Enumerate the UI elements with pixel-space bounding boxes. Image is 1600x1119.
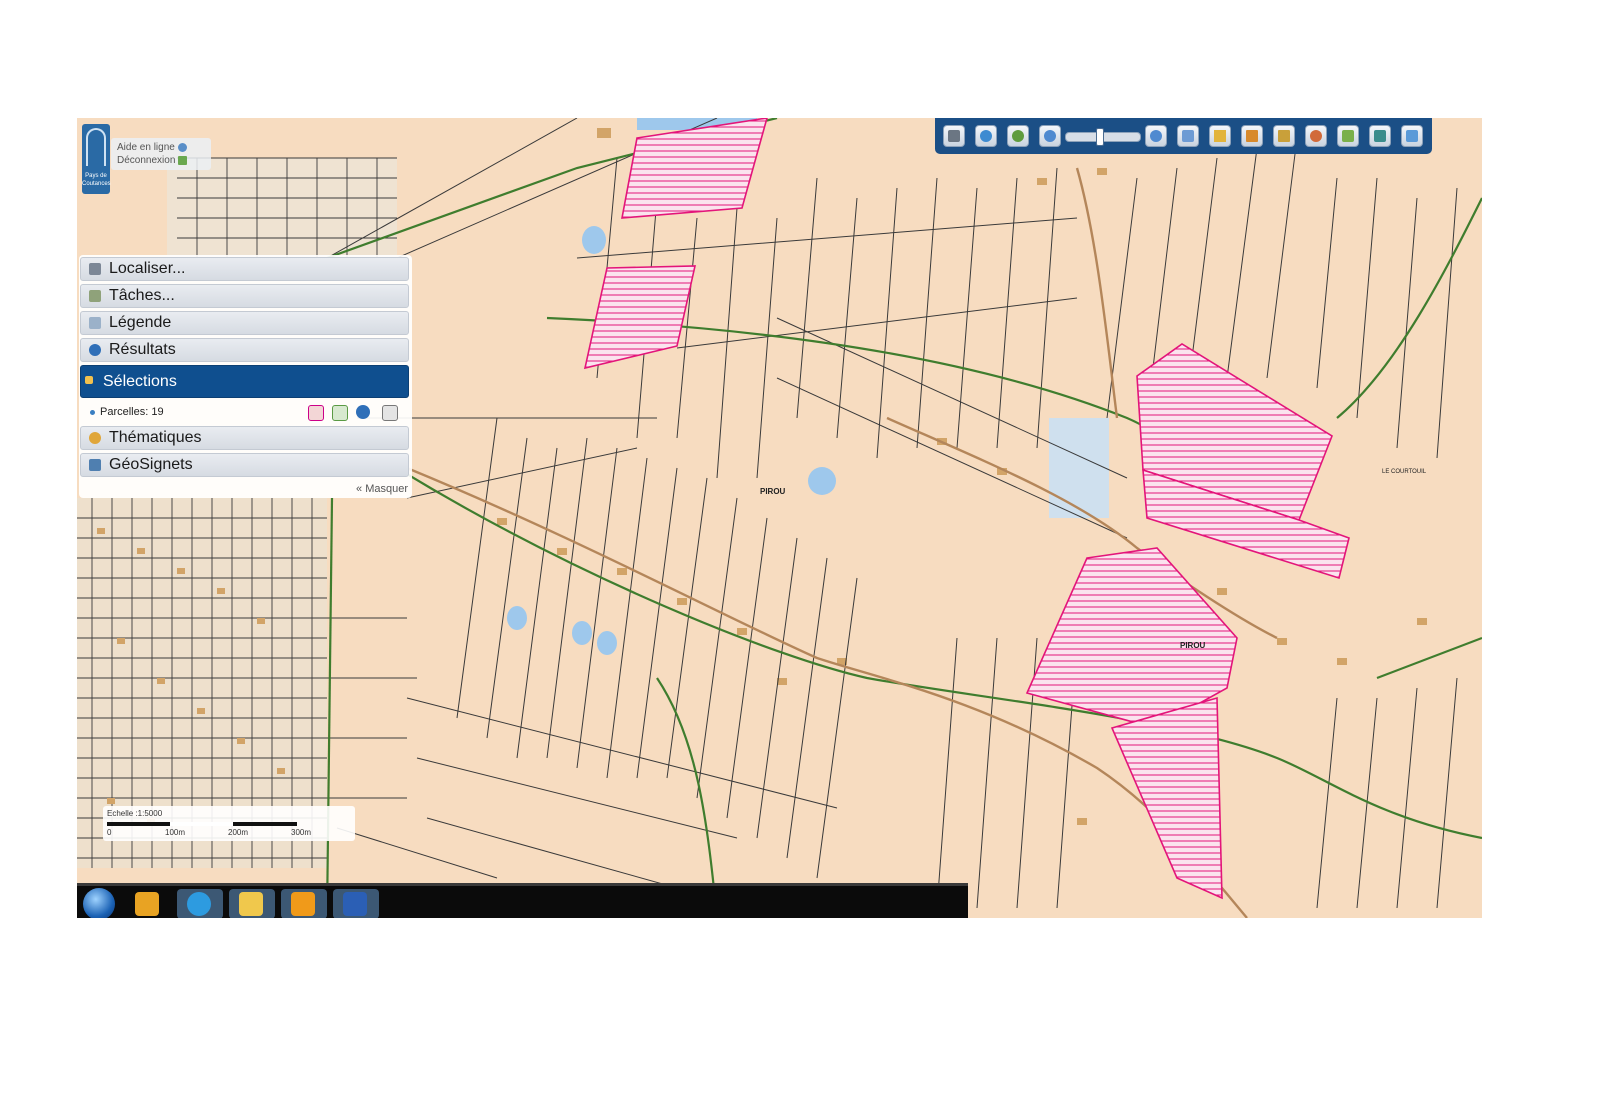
map-toolbar (935, 118, 1432, 154)
zoom-out-icon[interactable] (1039, 125, 1061, 147)
logout-icon (178, 155, 188, 165)
bullet-icon (90, 409, 95, 415)
cadastral-map[interactable]: PIROU PIROU LE COURTOUIL (77, 118, 1482, 918)
globe-icon[interactable] (975, 125, 997, 147)
palette-icon (89, 432, 101, 444)
theme-icon[interactable] (1305, 125, 1327, 147)
internet-explorer-icon[interactable] (177, 889, 223, 918)
binoculars-icon (89, 263, 101, 275)
selection-parcelles-row[interactable]: Parcelles: 19 (80, 400, 409, 424)
place-label: LE COURTOUIL (1382, 469, 1427, 475)
draw-icon[interactable] (1241, 125, 1263, 147)
legend-icon (89, 317, 101, 329)
scale-label: Echelle :1:5000 (107, 809, 163, 818)
panel-resultats[interactable]: Résultats (80, 338, 409, 362)
outlook-icon[interactable] (281, 889, 327, 918)
panel-geosignets[interactable]: GéoSignets (80, 453, 409, 477)
start-orb-icon[interactable] (83, 888, 115, 918)
hide-panel-link[interactable]: « Masquer (356, 483, 408, 495)
bookmark-icon (89, 459, 101, 471)
logout-link[interactable]: Déconnexion (117, 154, 205, 167)
place-label: PIROU (1180, 641, 1206, 650)
map-add-icon[interactable] (1401, 125, 1423, 147)
map-application-window: PIROU PIROU LE COURTOUIL Pays de Coutanc… (77, 118, 1482, 918)
help-link[interactable]: Aide en ligne (117, 141, 205, 154)
help-icon (177, 142, 187, 152)
account-links: Aide en ligne Déconnexion (111, 138, 211, 170)
place-label: PIROU (760, 487, 786, 496)
windows-taskbar (77, 883, 968, 918)
export-icon[interactable] (308, 405, 324, 421)
scale-tick: 200m (228, 828, 249, 837)
panel-thematiques[interactable]: Thématiques (80, 426, 409, 450)
panel-legende[interactable]: Légende (80, 311, 409, 335)
cursor-icon (85, 376, 93, 384)
zoom-to-selection-icon[interactable] (356, 405, 370, 419)
trash-icon[interactable] (382, 405, 398, 421)
logo-mark-icon (86, 128, 106, 166)
side-panel: Localiser... Tâches... Légende Résultats… (79, 255, 412, 498)
selection-count: Parcelles: 19 (100, 406, 164, 418)
scale-tick: 300m (291, 828, 312, 837)
zoom-box-icon[interactable] (1177, 125, 1199, 147)
scale-tick: 0 (107, 828, 112, 837)
edit-icon[interactable] (1273, 125, 1295, 147)
scale-ruler (107, 822, 297, 826)
panel-selections[interactable]: Sélections (80, 365, 409, 398)
panel-localiser[interactable]: Localiser... (80, 257, 409, 281)
word-icon[interactable] (333, 889, 379, 918)
layers-icon[interactable] (1369, 125, 1391, 147)
zoom-slider-thumb[interactable] (1095, 128, 1104, 146)
zoom-in-icon[interactable] (1145, 125, 1167, 147)
scale-tick: 100m (165, 828, 186, 837)
file-explorer-icon[interactable] (229, 889, 275, 918)
residential-area-north (167, 158, 397, 258)
logo-text: Pays de Coutances (82, 173, 111, 187)
info-icon (89, 344, 101, 356)
panel-taches[interactable]: Tâches... (80, 284, 409, 308)
layers-add-icon[interactable] (1337, 125, 1359, 147)
media-player-icon[interactable] (125, 889, 171, 918)
gears-icon (89, 290, 101, 302)
print-icon[interactable] (943, 125, 965, 147)
zoom-extent-icon[interactable] (1007, 125, 1029, 147)
measure-icon[interactable] (1209, 125, 1231, 147)
add-to-map-icon[interactable] (332, 405, 348, 421)
scale-bar: Echelle :1:5000 0 100m 200m 300m (103, 806, 355, 841)
site-logo[interactable]: Pays de Coutances (82, 124, 111, 194)
